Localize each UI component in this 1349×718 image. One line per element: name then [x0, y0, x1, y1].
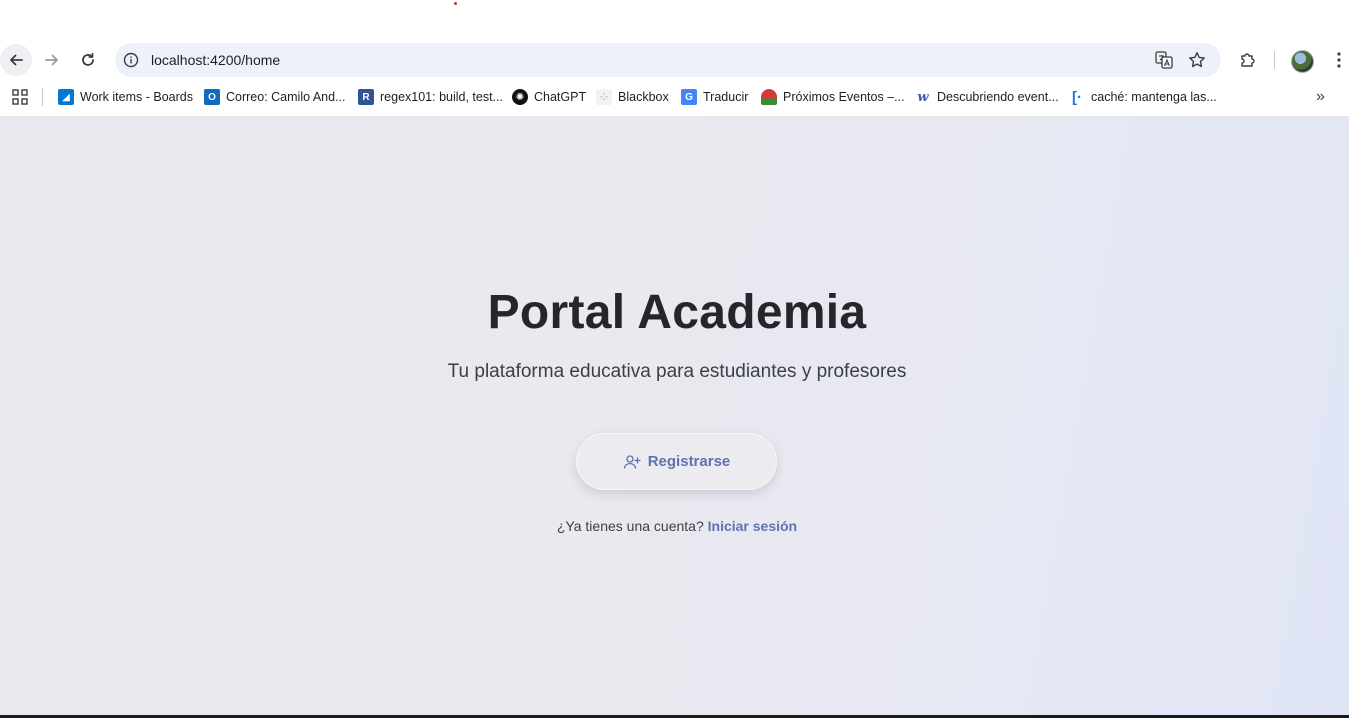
tab-indicator-dot	[454, 2, 457, 5]
bookmark-proximos-eventos[interactable]: Próximos Eventos –...	[761, 88, 905, 106]
regex101-icon: R	[358, 89, 374, 105]
reload-button[interactable]	[72, 44, 104, 76]
page-title: Portal Academia	[487, 286, 867, 339]
bookmark-label: regex101: build, test...	[380, 90, 503, 104]
bookmarks-bar: ◢ Work items - Boards O Correo: Camilo A…	[0, 78, 1349, 117]
register-button-label: Registrarse	[647, 453, 731, 470]
site-info-icon[interactable]	[123, 52, 139, 68]
outlook-icon: O	[204, 89, 220, 105]
kebab-menu-icon[interactable]	[1331, 51, 1347, 69]
address-bar[interactable]: localhost:4200/home	[115, 43, 1221, 77]
page-subtitle: Tu plataforma educativa para estudiantes…	[447, 361, 907, 382]
bookmark-label: Correo: Camilo And...	[226, 90, 346, 104]
register-button[interactable]: Registrarse	[576, 433, 777, 490]
more-bookmarks-chevron-icon[interactable]: »	[1316, 88, 1325, 106]
bookmark-label: ChatGPT	[534, 90, 587, 104]
bookmark-correo[interactable]: O Correo: Camilo And...	[204, 88, 346, 106]
bookmark-label: Blackbox	[618, 90, 669, 104]
bookmark-regex101[interactable]: R regex101: build, test...	[358, 88, 503, 106]
bracket-icon: [·	[1072, 88, 1082, 106]
login-link[interactable]: Iniciar sesión	[708, 518, 797, 534]
bookmark-work-items[interactable]: ◢ Work items - Boards	[58, 88, 193, 106]
bookmarks-divider	[42, 88, 43, 106]
bookmark-cache[interactable]: [· caché: mantenga las...	[1069, 88, 1217, 106]
bookmark-label: caché: mantenga las...	[1091, 90, 1217, 104]
forward-button[interactable]	[36, 44, 68, 76]
login-prompt-text: ¿Ya tienes una cuenta?	[556, 518, 704, 534]
bookmark-traducir[interactable]: G Traducir	[681, 88, 748, 106]
apps-grid-icon[interactable]	[12, 89, 28, 105]
watermelon-icon	[761, 89, 777, 105]
arrow-right-icon	[45, 54, 58, 66]
bookmark-chatgpt[interactable]: ✺ ChatGPT	[512, 88, 586, 106]
google-translate-icon: G	[681, 89, 697, 105]
bookmark-blackbox[interactable]: ⁘ Blackbox	[596, 88, 669, 106]
tab-strip	[0, 0, 1349, 42]
home-page: Portal Academia Tu plataforma educativa …	[0, 117, 1349, 718]
back-button[interactable]	[0, 44, 32, 76]
arrow-left-icon	[10, 54, 23, 66]
reload-icon	[82, 52, 94, 66]
bookmark-label: Traducir	[703, 90, 749, 104]
bookmark-star-icon[interactable]	[1188, 51, 1206, 69]
url-text[interactable]: localhost:4200/home	[151, 52, 280, 68]
user-plus-icon	[623, 453, 641, 471]
blackbox-icon: ⁘	[596, 89, 612, 105]
wikipedia-w-icon: w	[917, 89, 929, 105]
toolbar-divider	[1274, 51, 1275, 69]
browser-toolbar: localhost:4200/home	[0, 42, 1349, 78]
chatgpt-icon: ✺	[512, 89, 528, 105]
profile-avatar[interactable]	[1291, 50, 1314, 73]
azure-devops-icon: ◢	[58, 89, 74, 105]
extensions-puzzle-icon[interactable]	[1239, 51, 1257, 69]
bookmark-label: Work items - Boards	[80, 90, 193, 104]
login-prompt-line: ¿Ya tienes una cuenta? Iniciar sesión	[0, 518, 1349, 534]
bookmark-descubriendo[interactable]: w Descubriendo event...	[915, 88, 1059, 106]
translate-icon[interactable]	[1155, 51, 1173, 69]
bookmark-label: Próximos Eventos –...	[783, 90, 905, 104]
bookmark-label: Descubriendo event...	[937, 90, 1059, 104]
